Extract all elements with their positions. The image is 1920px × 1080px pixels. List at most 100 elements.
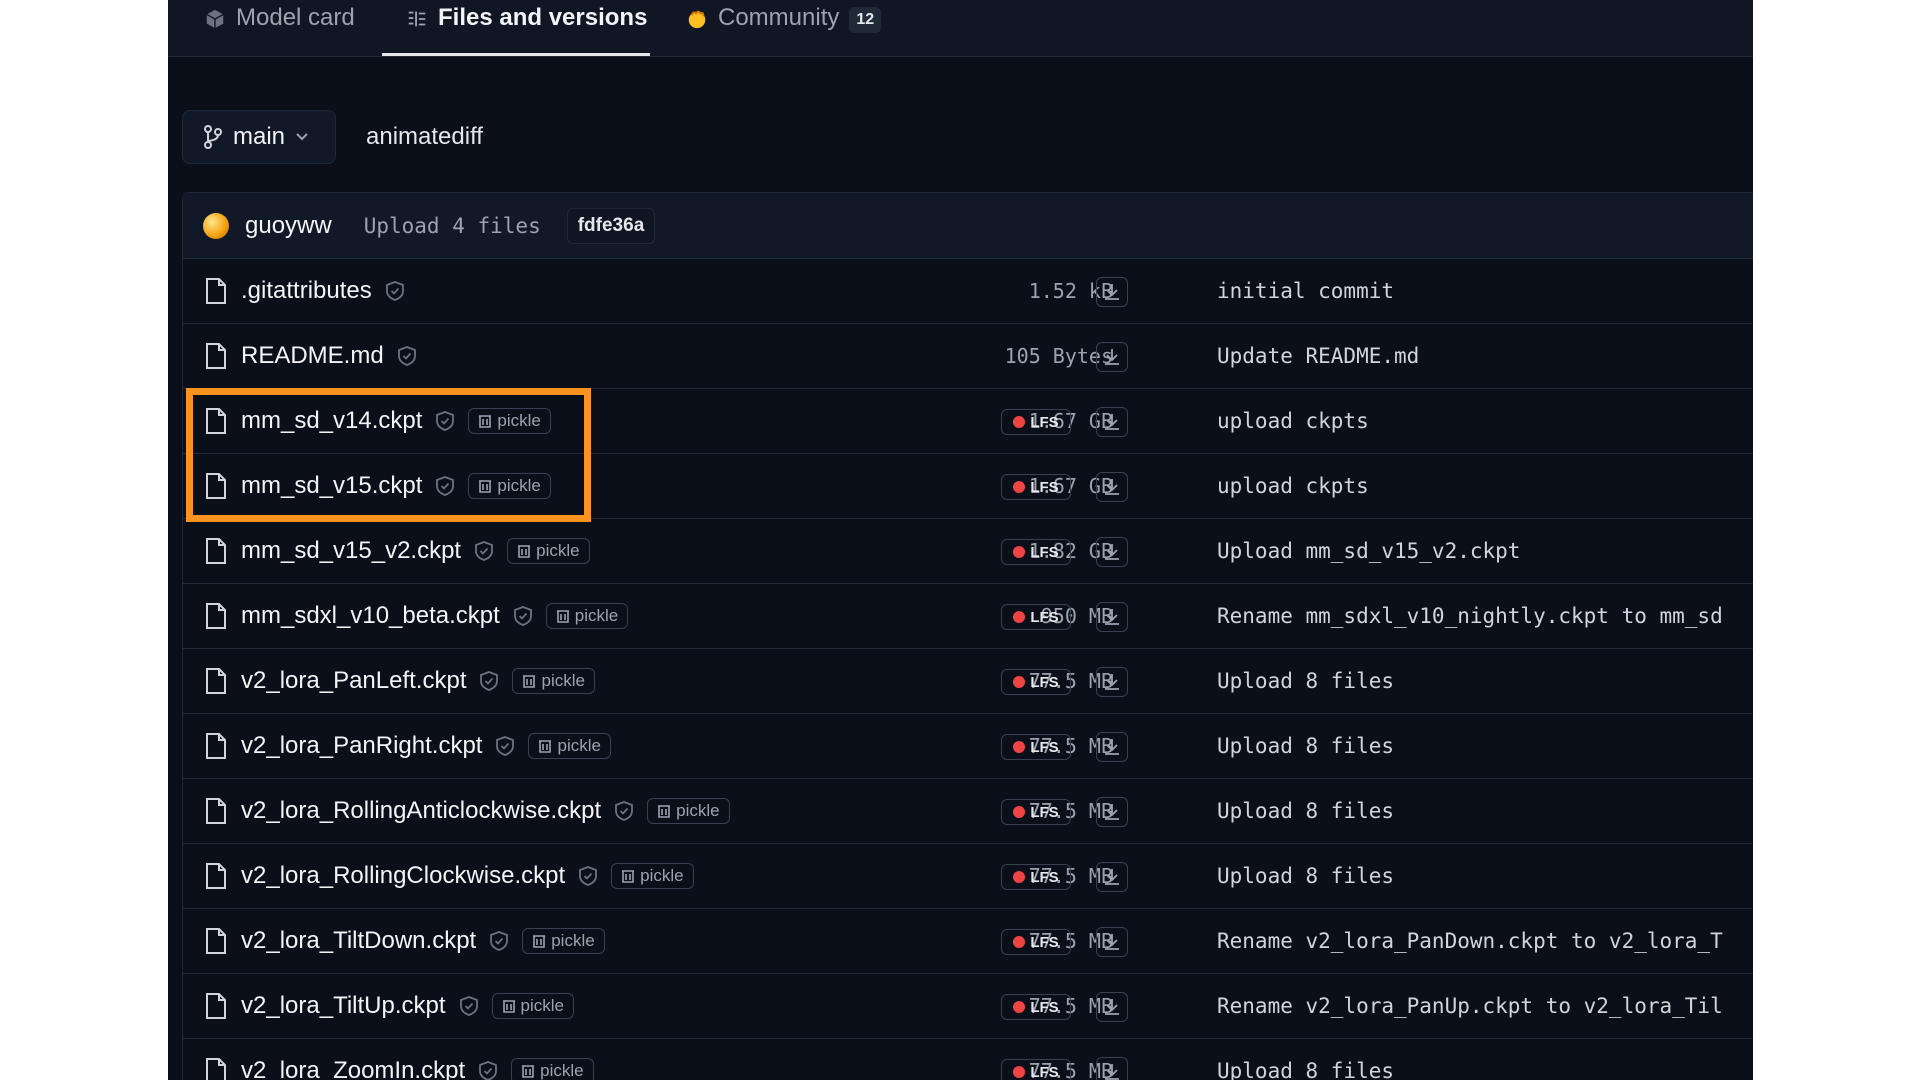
commit-hash[interactable]: fdfe36a [566,207,656,244]
file-commit-message[interactable]: Update README.md [1217,324,1419,388]
download-button[interactable] [1096,732,1128,762]
file-commit-message[interactable]: Upload 8 files [1217,649,1394,713]
pickle-badge[interactable]: pickle [507,538,590,564]
download-icon [1105,479,1119,495]
file-name-link[interactable]: v2_lora_PanRight.ckpt [241,732,482,760]
file-name-cell: v2_lora_TiltUp.ckpt pickle [241,974,574,1038]
file-commit-message[interactable]: Upload 8 files [1217,1039,1394,1080]
file-name-link[interactable]: v2_lora_TiltUp.ckpt [241,992,446,1020]
download-button[interactable] [1096,537,1128,567]
pickle-badge[interactable]: pickle [468,473,551,499]
lfs-label: LFS [1030,803,1059,821]
shield-check-icon[interactable] [490,931,509,951]
tab-community[interactable]: Community 12 [686,0,882,56]
lfs-badge[interactable]: LFS [1001,994,1071,1020]
file-commit-message[interactable]: Upload mm_sd_v15_v2.ckpt [1217,519,1520,583]
pickle-badge[interactable]: pickle [491,993,574,1019]
file-commit-message[interactable]: Upload 8 files [1217,779,1394,843]
file-name-link[interactable]: v2_lora_RollingClockwise.ckpt [241,862,565,890]
download-button[interactable] [1096,407,1128,437]
shield-check-icon[interactable] [397,346,416,366]
file-commit-message[interactable]: upload ckpts [1217,389,1369,453]
pickle-badge[interactable]: pickle [511,1058,594,1080]
file-icon [206,538,226,564]
shield-check-icon[interactable] [436,411,455,431]
file-commit-message[interactable]: Rename v2_lora_PanUp.ckpt to v2_lora_Til [1217,974,1723,1038]
download-button[interactable] [1096,992,1128,1022]
commit-message[interactable]: Upload 4 files [364,214,541,238]
pickle-label: pickle [536,541,580,560]
lfs-badge[interactable]: LFS [1001,734,1071,760]
file-name-link[interactable]: mm_sdxl_v10_beta.ckpt [241,602,500,630]
file-name-link[interactable]: v2_lora_TiltDown.ckpt [241,927,476,955]
download-button[interactable] [1096,472,1128,502]
file-commit-message[interactable]: upload ckpts [1217,454,1369,518]
commit-author[interactable]: guoyww [245,212,332,240]
pickle-badge[interactable]: pickle [647,798,730,824]
branch-selector[interactable]: main [182,110,336,164]
file-commit-message[interactable]: Upload 8 files [1217,844,1394,908]
download-button[interactable] [1096,602,1128,632]
file-name-link[interactable]: v2_lora_RollingAnticlockwise.ckpt [241,797,601,825]
file-commit-message[interactable]: Upload 8 files [1217,714,1394,778]
shield-check-icon[interactable] [615,801,634,821]
shield-check-icon[interactable] [579,866,598,886]
download-button[interactable] [1096,797,1128,827]
shield-check-icon[interactable] [385,281,404,301]
shield-check-icon[interactable] [436,476,455,496]
file-name-link[interactable]: v2_lora_ZoomIn.ckpt [241,1057,465,1080]
download-icon [1105,739,1119,755]
file-name-link[interactable]: README.md [241,342,384,370]
shield-check-icon[interactable] [513,606,532,626]
download-button[interactable] [1096,927,1128,957]
file-commit-message[interactable]: initial commit [1217,259,1394,323]
community-count-badge: 12 [849,7,882,33]
lfs-badge[interactable]: LFS [1001,1059,1071,1080]
file-row: v2_lora_TiltUp.ckpt pickle 77.5 MB LFS Renam… [183,974,1753,1039]
pickle-badge[interactable]: pickle [522,928,605,954]
lfs-badge[interactable]: LFS [1001,539,1071,565]
download-button[interactable] [1096,277,1128,307]
shield-check-icon[interactable] [479,1061,498,1080]
lfs-icon [1013,806,1026,818]
lfs-badge[interactable]: LFS [1001,929,1071,955]
download-button[interactable] [1096,667,1128,697]
pickle-badge[interactable]: pickle [545,603,629,629]
pickle-badge[interactable]: pickle [528,733,611,759]
file-icon [206,473,226,499]
lfs-badge[interactable]: LFS [1001,799,1071,825]
repo-path[interactable]: animatediff [366,123,483,151]
shield-check-icon[interactable] [475,541,494,561]
lfs-badge[interactable]: LFS [1001,474,1071,500]
pickle-badge[interactable]: pickle [468,408,551,434]
pickle-badge[interactable]: pickle [611,863,694,889]
tab-model-card[interactable]: Model card [204,0,355,56]
lfs-label: LFS [1030,933,1059,951]
pickle-jar-icon [518,545,531,558]
tab-files-and-versions[interactable]: Files and versions [382,0,650,56]
shield-check-icon[interactable] [496,736,515,756]
download-button[interactable] [1096,1057,1128,1080]
file-name-link[interactable]: mm_sd_v15_v2.ckpt [241,537,461,565]
pickle-jar-icon [539,740,552,753]
lfs-badge[interactable]: LFS [1001,669,1071,695]
download-button[interactable] [1096,862,1128,892]
pickle-jar-icon [502,1000,515,1013]
pickle-badge[interactable]: pickle [512,668,595,694]
lfs-icon [1013,936,1026,948]
file-name-link[interactable]: mm_sd_v14.ckpt [241,407,422,435]
file-name-link[interactable]: mm_sd_v15.ckpt [241,472,422,500]
lfs-badge[interactable]: LFS [1001,409,1071,435]
shield-check-icon[interactable] [459,996,478,1016]
download-icon [1105,804,1119,820]
file-name-link[interactable]: v2_lora_PanLeft.ckpt [241,667,466,695]
lfs-badge[interactable]: LFS [1001,864,1071,890]
file-name-link[interactable]: .gitattributes [241,277,372,305]
file-commit-message[interactable]: Rename v2_lora_PanDown.ckpt to v2_lora_T [1217,909,1723,973]
download-button[interactable] [1096,342,1128,372]
avatar[interactable] [203,212,229,239]
file-commit-message[interactable]: Rename mm_sdxl_v10_nightly.ckpt to mm_sd [1217,584,1723,648]
lfs-badge[interactable]: LFS [1001,604,1071,630]
shield-check-icon[interactable] [480,671,499,691]
file-icon [206,603,226,629]
